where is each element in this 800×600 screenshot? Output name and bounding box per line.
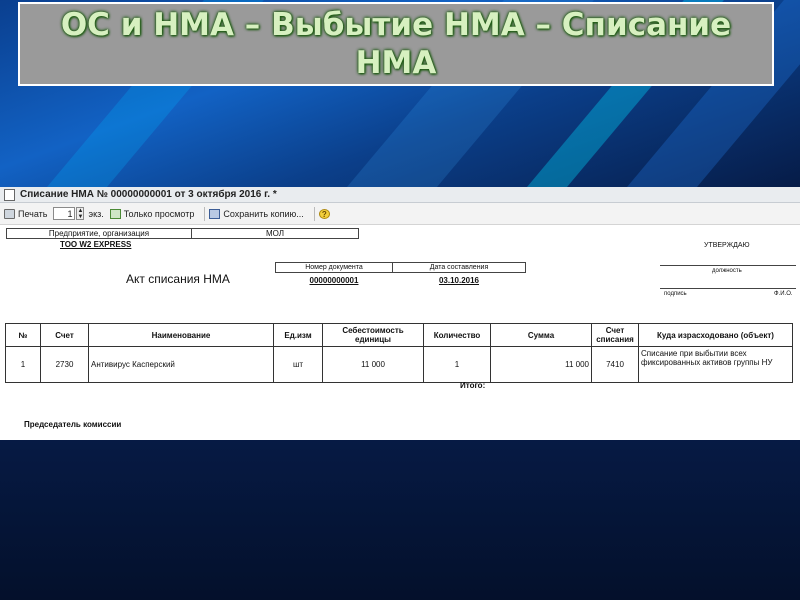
help-icon: ? — [318, 208, 330, 219]
window-title-bar: Списание НМА № 00000000001 от 3 октября … — [0, 187, 800, 203]
toolbar: Печать 1 ▲ ▼ экз. Только просмотр Сохрани… — [0, 203, 800, 225]
view-only-label: Только просмотр — [123, 208, 195, 219]
cell-object: Списание при выбытии всех фиксированных … — [638, 346, 793, 383]
printed-form: Предприятие, организация МОЛ ТОО W2 EXPR… — [0, 225, 800, 440]
col-header: Сумма — [490, 323, 592, 347]
mol-header: МОЛ — [191, 228, 359, 239]
cell-quantity: 1 — [423, 346, 491, 383]
doc-number-header: Номер документа — [275, 262, 393, 273]
doc-date: 03.10.2016 — [438, 275, 480, 285]
print-label: Печать — [18, 208, 48, 219]
cell-writeoff-account: 7410 — [591, 346, 639, 383]
slide-title-box: ОС и НМА – Выбытие НМА – Списание НМА — [18, 2, 774, 86]
cell-name: Антивирус Касперский — [88, 346, 274, 383]
print-button[interactable]: Печать — [4, 208, 48, 219]
col-header: Куда израсходовано (объект) — [638, 323, 793, 347]
cell-account: 2730 — [40, 346, 89, 383]
window-title: Списание НМА № 00000000001 от 3 октября … — [20, 189, 277, 200]
floppy-disk-icon — [209, 208, 221, 219]
col-header: Наименование — [88, 323, 274, 347]
approve-line — [660, 265, 796, 266]
col-header: Ед.изм — [273, 323, 323, 347]
name-label: Ф.И.О. — [774, 291, 793, 297]
company-name: ТОО W2 EXPRESS — [60, 240, 132, 249]
save-copy-label: Сохранить копию... — [223, 208, 304, 219]
col-header: Себестоимость единицы — [322, 323, 424, 347]
copies-unit: экз. — [88, 208, 104, 219]
total-label: Итого: — [460, 381, 486, 390]
signature-label: подпись — [664, 291, 687, 297]
document-icon — [4, 188, 15, 201]
printer-icon — [4, 208, 15, 219]
table-row: 1 2730 Антивирус Касперский шт 11 000 1 … — [5, 346, 793, 383]
copies-stepper[interactable]: ▲ ▼ — [76, 207, 85, 220]
chairman-label: Председатель комиссии — [24, 420, 122, 429]
col-header: Количество — [423, 323, 491, 347]
position-label: должность — [712, 268, 742, 274]
act-title: Акт списания НМА — [126, 272, 230, 286]
view-only-toggle[interactable]: Только просмотр — [109, 208, 195, 219]
copies-input[interactable]: 1 — [53, 207, 76, 220]
toolbar-separator — [313, 206, 315, 221]
cell-sum: 11 000 — [490, 346, 592, 383]
doc-date-header: Дата составления — [392, 262, 526, 273]
signature-line — [660, 288, 796, 289]
doc-info-table: Номер документа Дата составления 0000000… — [275, 262, 526, 287]
col-header: Счет — [40, 323, 89, 347]
slide-title: ОС и НМА – Выбытие НМА – Списание НМА — [60, 7, 732, 81]
cell-unit: шт — [273, 346, 323, 383]
col-header: Счет списания — [591, 323, 639, 347]
items-table: № Счет Наименование Ед.изм Себестоимость… — [5, 323, 793, 383]
slide-background-bottom — [0, 440, 800, 600]
col-header: № — [5, 323, 41, 347]
doc-number: 00000000001 — [309, 275, 359, 285]
help-button[interactable]: ? — [318, 208, 333, 219]
cell-unit-cost: 11 000 — [322, 346, 424, 383]
cell-number: 1 — [5, 346, 41, 383]
approve-label: УТВЕРЖДАЮ — [704, 242, 750, 249]
view-only-icon — [109, 208, 121, 219]
document-window: Списание НМА № 00000000001 от 3 октября … — [0, 187, 800, 440]
toolbar-separator — [204, 206, 206, 221]
org-header: Предприятие, организация — [6, 228, 192, 239]
save-copy-button[interactable]: Сохранить копию... — [209, 208, 304, 219]
org-header-table: Предприятие, организация МОЛ — [6, 228, 359, 239]
